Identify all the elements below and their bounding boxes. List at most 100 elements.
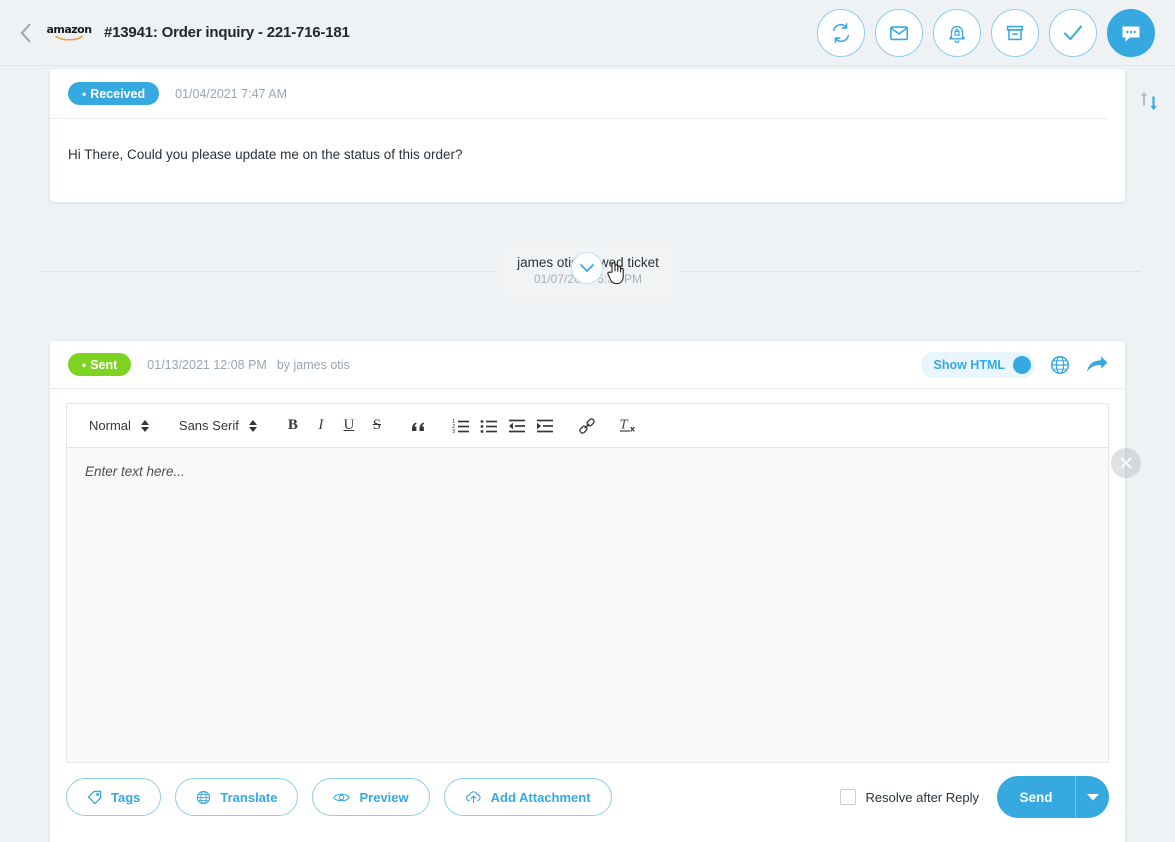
message-header: • Received 01/04/2021 7:47 AM bbox=[50, 69, 1107, 119]
status-badge-received: • Received bbox=[68, 82, 160, 105]
strikethrough-button[interactable]: S bbox=[363, 412, 391, 440]
upload-cloud-icon bbox=[465, 791, 481, 804]
globe-icon bbox=[1051, 356, 1069, 374]
chat-bubble-icon bbox=[1122, 26, 1140, 42]
chat-button[interactable] bbox=[1107, 9, 1155, 57]
globe-icon bbox=[197, 790, 211, 804]
sort-order-icon bbox=[1140, 92, 1157, 110]
status-badge-label: Sent bbox=[90, 357, 118, 372]
editor-toolbar: Normal Sans Serif B I U S 1 2 3 T x bbox=[67, 404, 1108, 448]
amazon-smile-icon bbox=[55, 35, 83, 41]
top-header-bar: amazon #13941: Order inquiry - 221-716-1… bbox=[0, 0, 1175, 66]
bold-button[interactable]: B bbox=[279, 412, 307, 440]
indent-button[interactable] bbox=[531, 412, 559, 440]
status-dot: • bbox=[82, 86, 87, 101]
reply-editor: Normal Sans Serif B I U S 1 2 3 T x Ente… bbox=[66, 403, 1109, 763]
clear-format-icon: T x bbox=[619, 417, 636, 433]
bullet-list-icon bbox=[480, 419, 497, 433]
indent-icon bbox=[536, 419, 553, 432]
resolve-after-reply-checkbox[interactable] bbox=[839, 789, 856, 805]
message-timestamp: 01/04/2021 7:47 AM bbox=[175, 86, 288, 101]
composer-action-bar: Tags Translate Preview Add Attachment Re… bbox=[66, 773, 1109, 821]
add-attachment-button[interactable]: Add Attachment bbox=[443, 778, 612, 816]
status-dot: • bbox=[82, 357, 87, 372]
message-body-text: Hi There, Could you please update me on … bbox=[68, 147, 463, 162]
resolve-after-reply-label: Resolve after Reply bbox=[865, 789, 979, 805]
add-attachment-button-label: Add Attachment bbox=[490, 789, 591, 805]
translate-button[interactable]: Translate bbox=[175, 778, 299, 816]
amazon-logo-text: amazon bbox=[46, 22, 92, 36]
preview-button-label: Preview bbox=[359, 789, 409, 805]
font-family-select[interactable]: Sans Serif bbox=[171, 418, 265, 433]
thread-event-row: james otis viewed ticket 01/07/2021 5:34… bbox=[0, 235, 1141, 355]
ticket-detail-page: amazon #13941: Order inquiry - 221-716-1… bbox=[0, 0, 1175, 842]
sent-author: by james otis bbox=[276, 357, 350, 372]
hand-pointer-icon bbox=[607, 262, 624, 285]
refresh-icon bbox=[832, 23, 850, 43]
sent-timestamp: 01/13/2021 12:08 PM bbox=[147, 357, 267, 372]
ordered-list-button[interactable]: 1 2 3 bbox=[447, 412, 475, 440]
archive-button[interactable] bbox=[991, 9, 1039, 57]
block-format-select[interactable]: Normal bbox=[81, 418, 157, 433]
ticket-thread-area: • Received 01/04/2021 7:47 AM Hi There, … bbox=[0, 66, 1175, 842]
email-button[interactable] bbox=[875, 9, 923, 57]
forward-arrow-icon bbox=[1087, 356, 1108, 372]
sort-order-button[interactable] bbox=[1137, 88, 1161, 114]
preview-button[interactable]: Preview bbox=[312, 778, 430, 816]
resolve-button[interactable] bbox=[1049, 9, 1097, 57]
clear-format-button[interactable]: T x bbox=[615, 412, 643, 440]
bullet-list-button[interactable] bbox=[475, 412, 503, 440]
underline-button[interactable]: U bbox=[335, 412, 363, 440]
updown-arrows-icon bbox=[248, 419, 257, 432]
tags-button-label: Tags bbox=[111, 789, 141, 805]
resolve-after-reply-control[interactable]: Resolve after Reply bbox=[839, 789, 979, 805]
show-html-toggle[interactable]: Show HTML bbox=[921, 352, 1035, 378]
caret-down-icon bbox=[1086, 794, 1099, 801]
amazon-logo: amazon bbox=[46, 22, 92, 44]
toggle-knob bbox=[1013, 356, 1031, 374]
message-card-received: • Received 01/04/2021 7:47 AM Hi There, … bbox=[50, 69, 1125, 202]
outdent-icon bbox=[508, 419, 525, 432]
ordered-list-icon: 1 2 3 bbox=[452, 419, 469, 434]
svg-text:3: 3 bbox=[452, 429, 455, 434]
font-family-value: Sans Serif bbox=[178, 418, 239, 433]
link-button[interactable] bbox=[573, 412, 601, 440]
refresh-button[interactable] bbox=[817, 9, 865, 57]
mouse-cursor-pointer bbox=[605, 260, 627, 286]
send-button[interactable]: Send bbox=[997, 776, 1075, 818]
chevron-left-icon bbox=[20, 22, 31, 43]
page-title: #13941: Order inquiry - 221-716-181 bbox=[104, 24, 350, 41]
envelope-icon bbox=[889, 26, 909, 41]
outdent-button[interactable] bbox=[503, 412, 531, 440]
translate-button-label: Translate bbox=[220, 789, 278, 805]
svg-text:T: T bbox=[620, 417, 629, 431]
block-format-value: Normal bbox=[89, 418, 131, 433]
sent-message-header: • Sent 01/13/2021 12:08 PM by james otis… bbox=[50, 341, 1125, 389]
forward-button[interactable] bbox=[1085, 354, 1109, 376]
blockquote-button[interactable] bbox=[405, 412, 433, 440]
message-card-sent: • Sent 01/13/2021 12:08 PM by james otis… bbox=[50, 341, 1125, 842]
tags-button[interactable]: Tags bbox=[66, 778, 162, 816]
status-badge-label: Received bbox=[90, 86, 146, 101]
back-button[interactable] bbox=[6, 13, 46, 53]
updown-arrows-icon bbox=[140, 419, 149, 432]
sent-header-actions: Show HTML bbox=[921, 341, 1109, 389]
link-icon bbox=[579, 417, 595, 434]
send-options-button[interactable] bbox=[1075, 776, 1109, 818]
close-icon bbox=[1120, 457, 1132, 469]
notify-button[interactable] bbox=[933, 9, 981, 57]
eye-icon bbox=[333, 793, 351, 801]
translate-globe-button[interactable] bbox=[1049, 354, 1071, 376]
send-split-button: Send bbox=[997, 776, 1109, 818]
close-composer-button[interactable] bbox=[1111, 448, 1141, 478]
expand-thread-button[interactable] bbox=[571, 252, 603, 284]
svg-text:x: x bbox=[630, 423, 636, 433]
archive-icon bbox=[1006, 25, 1024, 41]
blockquote-icon bbox=[412, 422, 425, 431]
chevron-down-icon bbox=[580, 264, 594, 272]
show-html-label: Show HTML bbox=[933, 358, 1005, 372]
tag-icon bbox=[87, 790, 102, 805]
reply-text-area[interactable]: Enter text here... bbox=[67, 448, 1108, 495]
italic-button[interactable]: I bbox=[307, 412, 335, 440]
check-icon bbox=[1064, 25, 1082, 40]
